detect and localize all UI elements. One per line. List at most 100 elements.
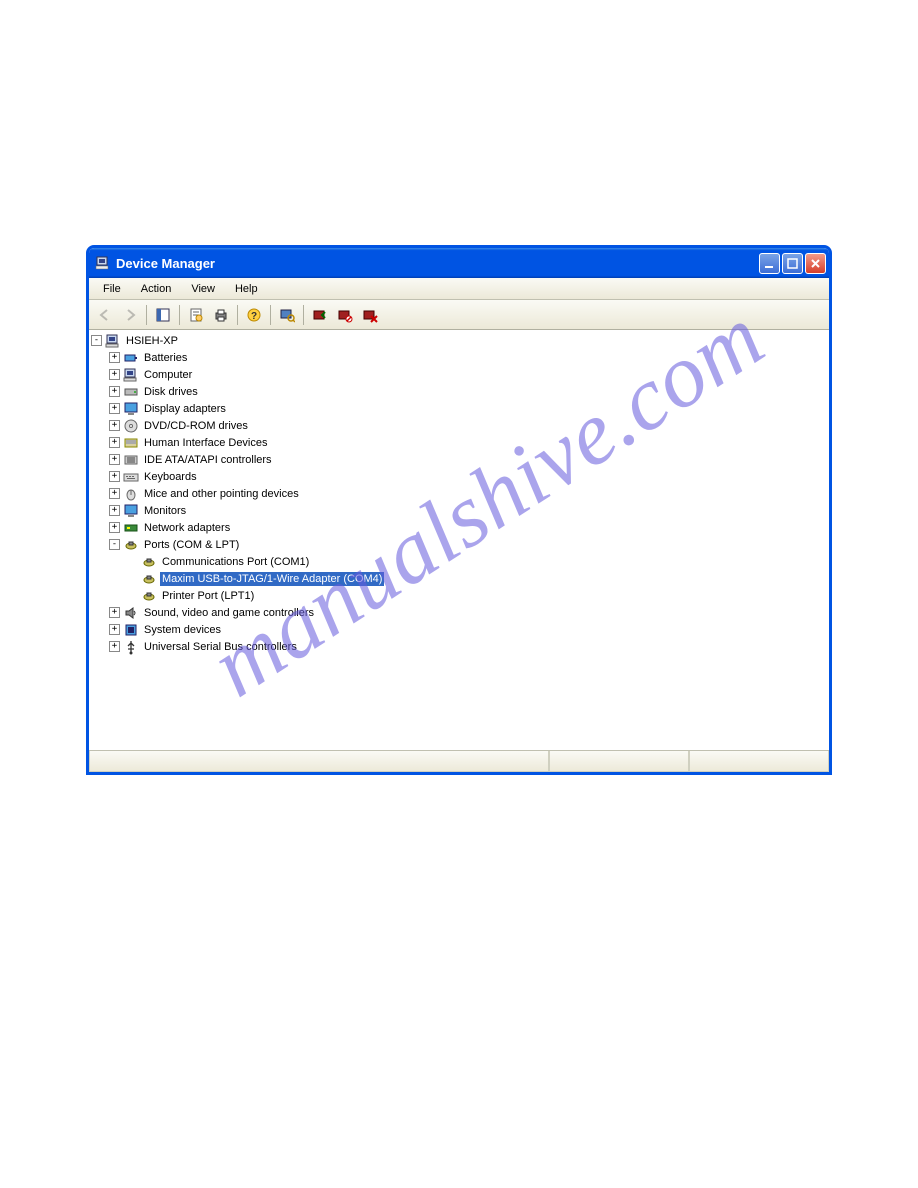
uninstall-button[interactable] <box>358 303 382 327</box>
node-label: Disk drives <box>142 385 200 399</box>
tree-indent <box>91 468 109 485</box>
separator <box>303 305 304 325</box>
expand-icon[interactable]: + <box>109 471 120 482</box>
menu-action[interactable]: Action <box>131 280 182 298</box>
network-icon <box>123 520 139 536</box>
expand-icon[interactable]: + <box>109 352 120 363</box>
node-label: IDE ATA/ATAPI controllers <box>142 453 274 467</box>
tree-item[interactable]: + Display adapters <box>91 400 827 417</box>
properties-button[interactable] <box>184 303 208 327</box>
expand-icon[interactable]: + <box>109 624 120 635</box>
expand-icon[interactable]: + <box>109 420 120 431</box>
tree-item[interactable]: + Network adapters <box>91 519 827 536</box>
titlebar[interactable]: Device Manager <box>89 248 829 278</box>
tree-item[interactable]: + DVD/CD-ROM drives <box>91 417 827 434</box>
collapse-icon[interactable]: - <box>109 539 120 550</box>
node-label: DVD/CD-ROM drives <box>142 419 250 433</box>
print-button[interactable] <box>209 303 233 327</box>
forward-button <box>118 303 142 327</box>
tree-indent <box>109 570 127 587</box>
tree-item[interactable]: +Universal Serial Bus controllers <box>91 638 827 655</box>
tree-indent <box>91 400 109 417</box>
tree-item[interactable]: + IDE ATA/ATAPI controllers <box>91 451 827 468</box>
computer-icon <box>123 367 139 383</box>
node-label: Human Interface Devices <box>142 436 270 450</box>
window-title: Device Manager <box>116 256 757 271</box>
tree-indent <box>91 485 109 502</box>
monitor-icon <box>123 401 139 417</box>
menu-view[interactable]: View <box>181 280 225 298</box>
node-label: HSIEH-XP <box>124 334 180 348</box>
minimize-button[interactable] <box>759 253 780 274</box>
computer-root-icon <box>105 333 121 349</box>
close-button[interactable] <box>805 253 826 274</box>
disk-icon <box>123 384 139 400</box>
node-label: Display adapters <box>142 402 228 416</box>
port-icon <box>141 554 157 570</box>
expand-icon[interactable]: + <box>109 641 120 652</box>
keyboard-icon <box>123 469 139 485</box>
tree-root[interactable]: - HSIEH-XP <box>91 332 827 349</box>
tree-item-port-device[interactable]: Printer Port (LPT1) <box>91 587 827 604</box>
show-hide-console-button[interactable] <box>151 303 175 327</box>
tree-item[interactable]: +Monitors <box>91 502 827 519</box>
statusbar <box>89 750 829 772</box>
separator <box>237 305 238 325</box>
disable-button[interactable] <box>333 303 357 327</box>
tree-indent <box>91 349 109 366</box>
system-icon <box>123 622 139 638</box>
expand-icon[interactable]: + <box>109 437 120 448</box>
expand-icon[interactable]: + <box>109 607 120 618</box>
expand-icon[interactable]: + <box>109 488 120 499</box>
menubar: File Action View Help <box>89 278 829 300</box>
tree-indent <box>91 536 109 553</box>
ide-icon <box>123 452 139 468</box>
expand-icon[interactable]: + <box>109 505 120 516</box>
separator <box>270 305 271 325</box>
maximize-button[interactable] <box>782 253 803 274</box>
tree-item[interactable]: +Batteries <box>91 349 827 366</box>
collapse-icon[interactable]: - <box>91 335 102 346</box>
expand-icon[interactable]: + <box>109 454 120 465</box>
tree-item[interactable]: +System devices <box>91 621 827 638</box>
tree-item[interactable]: +Keyboards <box>91 468 827 485</box>
tree-indent <box>91 553 109 570</box>
help-button[interactable]: ? <box>242 303 266 327</box>
menu-file[interactable]: File <box>93 280 131 298</box>
tree-indent <box>91 570 109 587</box>
tree-indent <box>91 451 109 468</box>
expand-icon[interactable]: + <box>109 369 120 380</box>
expand-icon[interactable]: + <box>109 386 120 397</box>
status-cell <box>89 751 549 772</box>
tree-indent <box>91 621 109 638</box>
status-cell <box>689 751 829 772</box>
node-label: Mice and other pointing devices <box>142 487 301 501</box>
tree-item-port-device[interactable]: Communications Port (COM1) <box>91 553 827 570</box>
toolbar: ? <box>89 300 829 330</box>
node-label: Printer Port (LPT1) <box>160 589 256 603</box>
expand-icon[interactable]: + <box>109 403 120 414</box>
tree-item[interactable]: + Mice and other pointing devices <box>91 485 827 502</box>
device-manager-window: Device Manager File Action View Help <box>86 245 832 775</box>
tree-item[interactable]: + Human Interface Devices <box>91 434 827 451</box>
status-cell <box>549 751 689 772</box>
tree-item[interactable]: + Sound, video and game controllers <box>91 604 827 621</box>
node-label: Network adapters <box>142 521 232 535</box>
device-tree[interactable]: - HSIEH-XP +Batteries+Computer+Disk driv… <box>89 330 829 750</box>
tree-indent <box>91 366 109 383</box>
cd-icon <box>123 418 139 434</box>
port-icon <box>141 588 157 604</box>
port-icon <box>141 571 157 587</box>
expand-icon[interactable]: + <box>109 522 120 533</box>
scan-hardware-button[interactable] <box>275 303 299 327</box>
tree-item[interactable]: +Computer <box>91 366 827 383</box>
tree-indent <box>91 502 109 519</box>
node-label: Sound, video and game controllers <box>142 606 316 620</box>
tree-indent <box>91 604 109 621</box>
tree-item[interactable]: + Disk drives <box>91 383 827 400</box>
enable-button[interactable] <box>308 303 332 327</box>
tree-indent <box>91 587 109 604</box>
menu-help[interactable]: Help <box>225 280 268 298</box>
tree-item-port-device[interactable]: Maxim USB-to-JTAG/1-Wire Adapter (COM4) <box>91 570 827 587</box>
tree-item-ports[interactable]: - Ports (COM & LPT) <box>91 536 827 553</box>
